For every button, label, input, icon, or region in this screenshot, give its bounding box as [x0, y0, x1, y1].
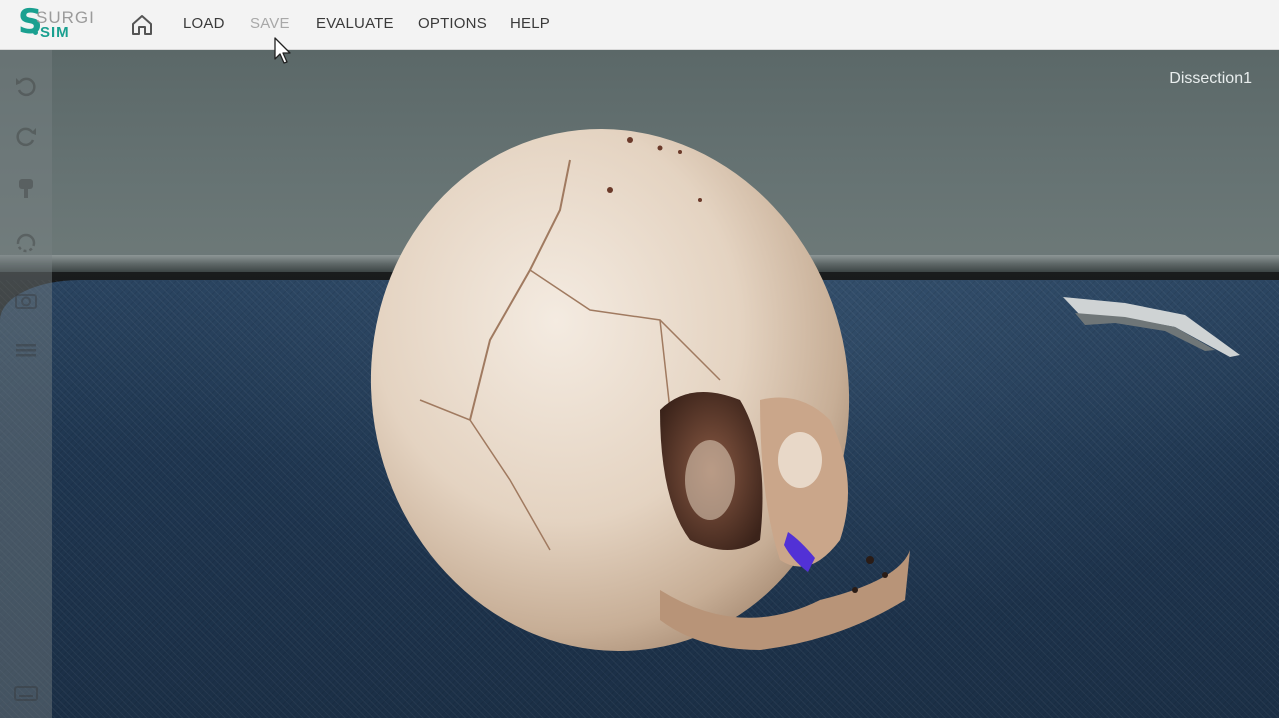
layers-menu-button[interactable] [13, 337, 39, 363]
menu-help[interactable]: HELP [510, 15, 550, 32]
keyboard-button[interactable] [13, 680, 39, 706]
menu-evaluate[interactable]: EVALUATE [316, 15, 394, 32]
undo-button[interactable] [13, 73, 39, 99]
metal-clamp [1063, 297, 1240, 357]
3d-viewport[interactable]: Dissection1 [0, 50, 1279, 718]
keyboard-icon [14, 686, 38, 701]
menu-load[interactable]: LOAD [183, 15, 225, 32]
redo-button[interactable] [13, 123, 39, 149]
menu-options[interactable]: OPTIONS [418, 15, 487, 32]
undo-icon [16, 77, 36, 97]
camera-button[interactable] [13, 287, 39, 313]
menubar: S SURGI SIM LOAD SAVE EVALUATE OPTIONS H… [0, 0, 1279, 50]
session-name: Dissection1 [1169, 70, 1252, 87]
menu-icon [16, 344, 36, 357]
left-toolbar [0, 50, 52, 718]
logo-text-sim: SIM [40, 24, 70, 41]
redo-icon [16, 127, 36, 147]
logo-dot [33, 30, 38, 35]
reset-view-button[interactable] [13, 230, 39, 256]
drill-tool-button[interactable] [13, 175, 39, 201]
skull-model[interactable] [360, 120, 930, 700]
home-icon [132, 15, 152, 35]
camera-icon [15, 294, 37, 309]
reset-view-icon [16, 233, 36, 253]
menu-save[interactable]: SAVE [250, 15, 290, 32]
drill-icon [19, 179, 33, 198]
surgisim-logo: S SURGI SIM [18, 5, 98, 42]
home-button[interactable] [129, 12, 155, 38]
